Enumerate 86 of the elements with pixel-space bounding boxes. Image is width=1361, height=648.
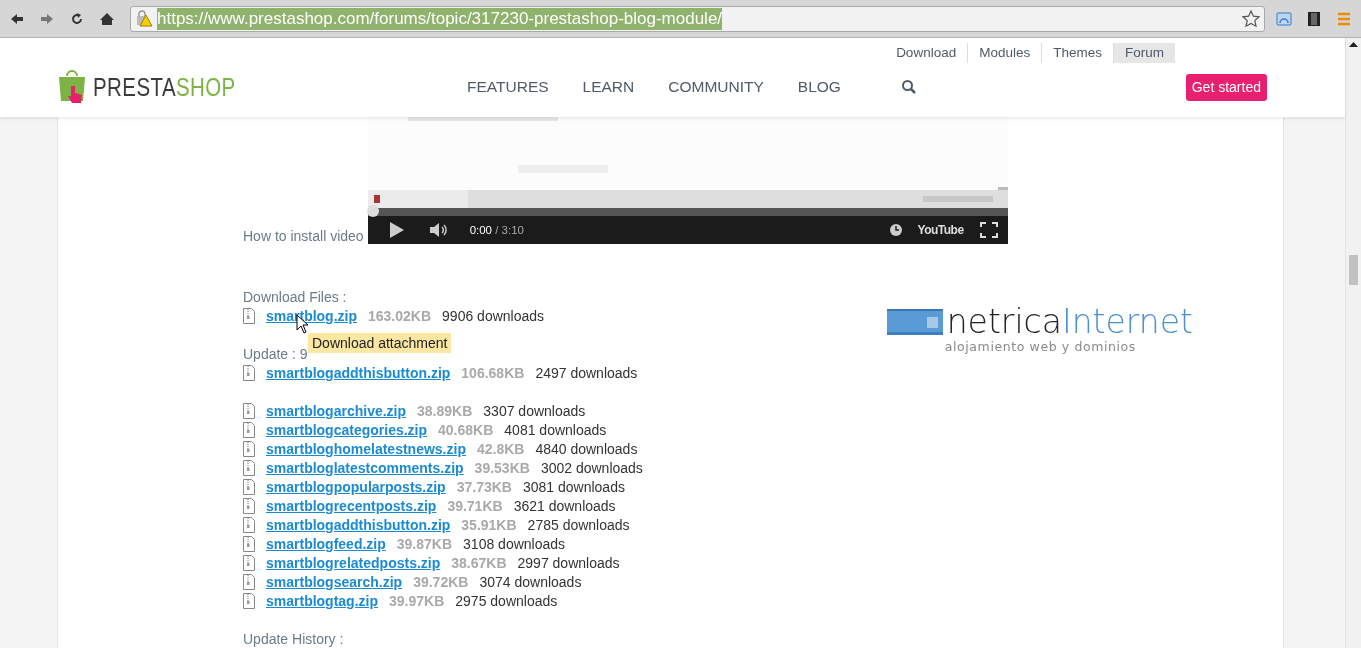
video-label: How to install video bbox=[243, 227, 364, 246]
file-size: 163.02KB bbox=[368, 307, 432, 324]
file-size: 35.91KB bbox=[461, 516, 517, 533]
file-size: 106.68KB bbox=[461, 364, 525, 381]
zip-file-icon bbox=[243, 478, 255, 495]
file-link[interactable]: smartblogfeed.zip bbox=[266, 535, 386, 552]
download-count: 2497 downloads bbox=[535, 364, 638, 381]
file-size: 39.71KB bbox=[447, 497, 503, 514]
scrollbar-thumb[interactable] bbox=[1349, 255, 1358, 285]
hosting-ad[interactable]: netrica Internet alojamiento web y dominios bbox=[886, 305, 1193, 354]
tooltip: Download attachment bbox=[308, 333, 452, 353]
zip-file-icon bbox=[243, 364, 255, 381]
file-link[interactable]: smartblogcategories.zip bbox=[266, 421, 428, 438]
fullscreen-icon[interactable] bbox=[979, 222, 998, 238]
file-link[interactable]: smartblog.zip bbox=[266, 307, 357, 324]
file-size: 38.67KB bbox=[451, 554, 507, 571]
file-link[interactable]: smartblogaddthisbutton.zip bbox=[266, 516, 451, 533]
file-link[interactable]: smartblogtag.zip bbox=[266, 592, 378, 609]
section-heading: Update History : bbox=[243, 630, 344, 647]
zip-file-icon bbox=[243, 459, 255, 476]
download-count: 3002 downloads bbox=[540, 459, 643, 476]
video-player[interactable]: 0:00 / 3:10 YouTube bbox=[367, 117, 1008, 244]
nav-link[interactable]: COMMUNITY bbox=[668, 78, 764, 96]
search-icon[interactable] bbox=[900, 79, 917, 95]
warning-lock-icon bbox=[135, 9, 153, 28]
file-size: 40.68KB bbox=[438, 421, 494, 438]
download-count: 4840 downloads bbox=[535, 440, 638, 457]
ad-logo-icon bbox=[886, 309, 943, 335]
nav-link[interactable]: BLOG bbox=[797, 78, 841, 96]
ad-tagline: alojamiento web y dominios bbox=[944, 339, 1136, 354]
nav-link[interactable]: FEATURES bbox=[467, 78, 549, 96]
download-count: 3621 downloads bbox=[513, 497, 616, 514]
file-link[interactable]: smartblogrecentposts.zip bbox=[266, 497, 437, 514]
section-heading: Download Files : bbox=[243, 288, 347, 305]
ad-brand: netrica Internet bbox=[946, 305, 1193, 339]
zip-file-icon bbox=[243, 516, 255, 533]
zip-file-icon bbox=[243, 554, 255, 571]
file-link[interactable]: smartbloghomelatestnews.zip bbox=[266, 440, 466, 457]
star-icon[interactable] bbox=[1242, 9, 1260, 28]
zip-file-icon bbox=[243, 535, 255, 552]
download-count: 2997 downloads bbox=[517, 554, 620, 571]
file-size: 38.89KB bbox=[417, 402, 473, 419]
file-link[interactable]: smartblogarchive.zip bbox=[266, 402, 407, 419]
download-count: 3074 downloads bbox=[479, 573, 582, 590]
file-size: 37.73KB bbox=[456, 478, 512, 495]
clock-icon[interactable] bbox=[889, 224, 902, 236]
file-link[interactable]: smartblogrelatedposts.zip bbox=[266, 554, 441, 571]
download-count: 3081 downloads bbox=[522, 478, 625, 495]
zip-file-icon bbox=[243, 307, 255, 324]
top-link[interactable]: Themes bbox=[1041, 43, 1113, 63]
file-size: 39.87KB bbox=[396, 535, 453, 552]
download-count: 2975 downloads bbox=[455, 592, 558, 609]
download-count: 4081 downloads bbox=[504, 421, 607, 438]
download-count: 3108 downloads bbox=[463, 535, 566, 552]
file-size: 39.72KB bbox=[413, 573, 469, 590]
file-link[interactable]: smartblogpopularposts.zip bbox=[266, 478, 446, 495]
video-time: 0:00 / 3:10 bbox=[469, 224, 524, 236]
download-count: 2785 downloads bbox=[527, 516, 630, 533]
zip-file-icon bbox=[243, 440, 255, 457]
get-started-button[interactable]: Get started bbox=[1185, 73, 1267, 101]
zip-file-icon bbox=[243, 573, 255, 590]
nav-link[interactable]: LEARN bbox=[582, 78, 635, 96]
file-link[interactable]: smartblogsearch.zip bbox=[266, 573, 403, 590]
zip-file-icon bbox=[243, 421, 255, 438]
download-count: 3307 downloads bbox=[483, 402, 586, 419]
address-bar[interactable]: https://www.prestashop.com/forums/topic/317230-prestashop-blog-module/ bbox=[130, 5, 1265, 32]
zip-file-icon bbox=[243, 497, 255, 514]
volume-icon[interactable] bbox=[429, 222, 450, 238]
play-icon[interactable] bbox=[389, 222, 404, 238]
top-link[interactable]: Forum bbox=[1113, 43, 1175, 63]
shopping-bag-icon bbox=[57, 68, 87, 106]
top-link[interactable]: Download bbox=[885, 43, 968, 63]
file-size: 39.97KB bbox=[389, 592, 445, 609]
url-text: https://www.prestashop.com/forums/topic/317230-prestashop-blog-module/ bbox=[157, 7, 723, 30]
progress-thumb[interactable] bbox=[366, 205, 379, 217]
top-link[interactable]: Modules bbox=[967, 43, 1042, 63]
zip-file-icon bbox=[243, 402, 255, 419]
youtube-logo[interactable]: YouTube bbox=[917, 223, 964, 237]
logo-text: PRESTASHOP bbox=[93, 72, 236, 102]
download-count: 9906 downloads bbox=[442, 307, 545, 324]
file-link[interactable]: smartblogaddthisbutton.zip bbox=[266, 364, 451, 381]
section-heading: Update : 9 bbox=[243, 345, 308, 362]
file-link[interactable]: smartbloglatestcomments.zip bbox=[266, 459, 464, 476]
file-size: 39.53KB bbox=[474, 459, 530, 476]
zip-file-icon bbox=[243, 592, 255, 609]
file-size: 42.8KB bbox=[476, 440, 525, 457]
